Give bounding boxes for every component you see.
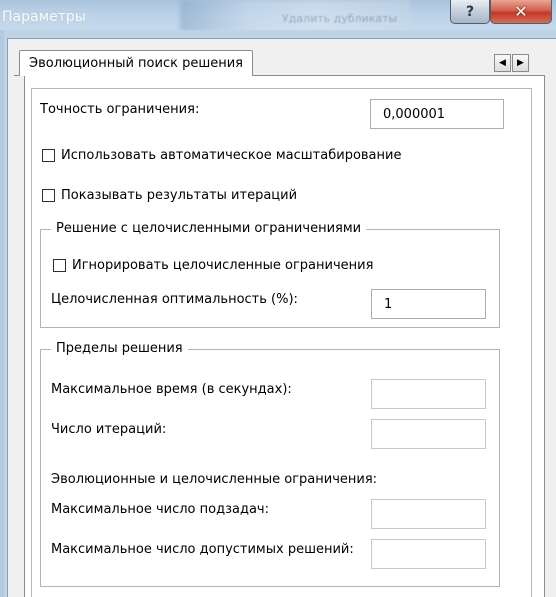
ignore-integer-checkbox-row[interactable]: Игнорировать целочисленные ограничения	[53, 258, 373, 273]
ignore-integer-label: Игнорировать целочисленные ограничения	[72, 258, 374, 273]
arrow-right-icon: ▶	[517, 58, 524, 68]
constraint-precision-label: Точность ограничения:	[40, 102, 200, 117]
tab-scroll-right-button[interactable]: ▶	[512, 54, 529, 72]
auto-scaling-label: Использовать автоматическое масштабирова…	[61, 148, 402, 163]
auto-scaling-checkbox[interactable]	[42, 149, 55, 162]
max-time-field[interactable]	[371, 379, 486, 409]
tab-scroll-buttons: ◀ ▶	[494, 54, 529, 72]
arrow-left-icon: ◀	[499, 58, 506, 68]
evolutionary-constraints-heading: Эволюционные и целочисленные ограничения…	[51, 472, 378, 487]
tab-evolutionary[interactable]: Эволюционный поиск решения	[19, 50, 253, 76]
iterations-label: Число итераций:	[51, 422, 167, 437]
integer-optimality-field[interactable]: 1	[371, 289, 486, 319]
help-button[interactable]: ?	[450, 0, 490, 24]
tab-scroll-left-button[interactable]: ◀	[494, 54, 511, 72]
show-iterations-label: Показывать результаты итераций	[61, 188, 298, 203]
question-icon: ?	[465, 3, 475, 20]
ignore-integer-checkbox[interactable]	[53, 259, 66, 272]
close-icon: ✕	[514, 2, 528, 21]
integer-group-title: Решение с целочисленными ограничениями	[51, 221, 367, 236]
max-subproblems-label: Максимальное число подзадач:	[51, 502, 269, 517]
max-subproblems-field[interactable]	[371, 499, 486, 529]
integer-optimality-label: Целочисленная оптимальность (%):	[51, 292, 298, 307]
max-time-label: Максимальное время (в секундах):	[51, 382, 292, 397]
show-iterations-checkbox-row[interactable]: Показывать результаты итераций	[42, 188, 297, 203]
show-iterations-checkbox[interactable]	[42, 189, 55, 202]
max-feasible-solutions-field[interactable]	[371, 539, 486, 569]
close-button[interactable]: ✕	[490, 0, 552, 24]
auto-scaling-checkbox-row[interactable]: Использовать автоматическое масштабирова…	[42, 148, 401, 163]
max-feasible-solutions-label: Максимальное число допустимых решений:	[51, 542, 354, 557]
limits-group-title: Пределы решения	[51, 341, 188, 356]
constraint-precision-field[interactable]: 0,000001	[370, 99, 504, 129]
iterations-field[interactable]	[371, 419, 486, 449]
tab-label: Эволюционный поиск решения	[29, 56, 243, 71]
window-title: Параметры	[2, 9, 86, 25]
background-ribbon-text: Удалить дубликаты	[282, 12, 398, 25]
